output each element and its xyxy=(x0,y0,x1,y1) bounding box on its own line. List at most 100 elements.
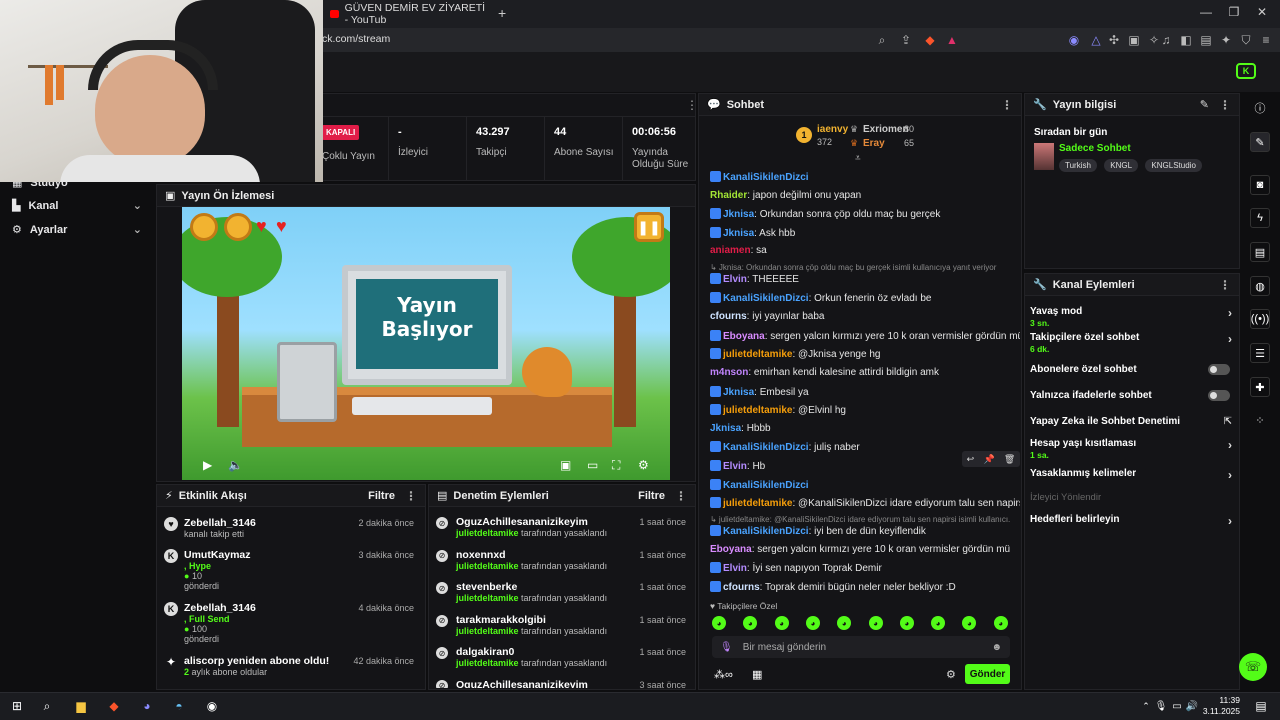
slow-mode-item[interactable]: Yavaş mod 3 sn. › xyxy=(1030,306,1232,328)
system-clock[interactable]: 11:39 3.11.2025 xyxy=(1200,695,1240,717)
store-icon[interactable]: ▦ xyxy=(752,668,762,681)
restore-icon[interactable]: ❐ xyxy=(1224,5,1244,19)
info-icon[interactable]: ⓘ xyxy=(1250,98,1270,118)
emote-icon[interactable]: ◕ xyxy=(993,616,1008,630)
reply-icon[interactable]: ↩ xyxy=(967,454,975,465)
chat-more-icon[interactable]: ⋮ xyxy=(1001,98,1013,112)
chat-message[interactable]: m4nson: emirhan kendi kalesine attirdi b… xyxy=(710,367,1020,378)
pip-icon[interactable]: ▣ xyxy=(560,458,571,472)
chat-username[interactable]: Eboyana xyxy=(710,544,752,555)
chat-username[interactable]: KanaliSikilenDizci xyxy=(723,172,809,183)
stream-info-more-icon[interactable]: ⋮ xyxy=(1219,98,1231,112)
chat-username[interactable]: Jknisa xyxy=(723,209,754,220)
sidebar-item-kanal[interactable]: ▙ Kanal ⌄ xyxy=(12,199,142,213)
volume-tray-icon[interactable]: 🔊 xyxy=(1183,697,1201,715)
stream-preview[interactable]: Yayın Başlıyor ♥ ♥ ❚❚ xyxy=(182,207,670,480)
file-explorer-icon[interactable]: ▆ xyxy=(72,697,90,715)
screenshot-icon[interactable]: ▣ xyxy=(1125,31,1143,49)
followers-chat-item[interactable]: Takipçilere özel sohbet 6 dk. › xyxy=(1030,332,1232,354)
chat-message[interactable]: julietdeltamike: @KanaliSikilenDizci ida… xyxy=(710,497,1020,509)
sidebar-item-ayarlar[interactable]: ⚙ Ayarlar ⌄ xyxy=(12,223,142,237)
minimize-icon[interactable]: — xyxy=(1196,5,1216,19)
share-icon[interactable]: ⇪ xyxy=(897,31,915,49)
chat-username[interactable]: Elvin xyxy=(723,563,747,574)
sidebar-icon[interactable]: ◧ xyxy=(1177,31,1195,49)
emote-icon[interactable]: ◕ xyxy=(712,616,726,630)
emote-icon[interactable]: ◕ xyxy=(899,616,914,630)
broadcast-icon[interactable]: ((•)) xyxy=(1250,309,1270,329)
vpn-icon[interactable]: ⛉ xyxy=(1237,31,1255,49)
theater-icon[interactable]: ▭ xyxy=(587,458,598,472)
support-icon[interactable]: ☏ xyxy=(1239,653,1267,681)
moderation-filter-button[interactable]: Filtre xyxy=(638,490,665,502)
play-button[interactable]: ▶ xyxy=(203,458,212,472)
emote-icon[interactable]: ◕ xyxy=(774,616,789,630)
chat-message[interactable]: KanaliSikilenDizci: iyi ben de dün keyif… xyxy=(710,525,1020,537)
emoji-icon[interactable]: ☻ xyxy=(991,642,1002,653)
brave-shield-icon[interactable]: ◆ xyxy=(921,31,939,49)
chat-bubble-icon[interactable]: ◍ xyxy=(1250,276,1270,296)
menu-icon[interactable]: ≡ xyxy=(1257,31,1275,49)
kick-logo-icon[interactable]: K xyxy=(1236,63,1256,79)
chat-message[interactable]: Jknisa: Embesil ya xyxy=(710,386,1020,398)
chat-message[interactable]: julietdeltamike: @Jknisa yenge hg xyxy=(710,348,1020,360)
chat-message[interactable]: cfourns: iyi yayınlar baba xyxy=(710,311,1020,322)
microphone-icon[interactable]: 🎙 xyxy=(720,642,733,653)
windows-start-icon[interactable]: ⊞ xyxy=(8,697,26,715)
new-tab-button[interactable]: + xyxy=(498,5,506,21)
chat-username[interactable]: m4nson xyxy=(710,367,748,378)
obs-icon[interactable]: ◉ xyxy=(203,697,221,715)
chat-username[interactable]: Elvin xyxy=(723,461,747,472)
chat-message[interactable]: julietdeltamike: @Elvinl hg xyxy=(710,404,1020,416)
camera-icon[interactable]: ◙ xyxy=(1250,175,1270,195)
edit-icon[interactable]: ✎ xyxy=(1200,98,1209,111)
age-restrict-item[interactable]: Hesap yaşı kısıtlaması 1 sa. › xyxy=(1030,438,1232,460)
chat-username[interactable]: Rhaider xyxy=(710,190,747,201)
apps-icon[interactable]: ⁘ xyxy=(1250,410,1270,430)
channel-actions-more-icon[interactable]: ⋮ xyxy=(1219,278,1231,292)
chat-username[interactable]: julietdeltamike xyxy=(723,405,792,416)
leader2-name[interactable]: Exriomen xyxy=(863,124,909,135)
subs-chat-toggle[interactable] xyxy=(1208,364,1230,375)
leo-icon[interactable]: ✦ xyxy=(1217,31,1235,49)
settings-icon[interactable]: ⚙ xyxy=(638,458,649,472)
moderation-more-icon[interactable]: ⋮ xyxy=(675,489,687,503)
extensions-puzzle-icon[interactable]: ✣ xyxy=(1105,31,1123,49)
chat-username[interactable]: Jknisa xyxy=(710,423,741,434)
emotes-chat-toggle[interactable] xyxy=(1208,390,1230,401)
chat-message[interactable]: Jknisa: Orkundan sonra çöp oldu maç bu g… xyxy=(710,208,1020,220)
expand-leaderboard-icon[interactable]: ⩡ xyxy=(855,153,861,164)
banned-words-item[interactable]: Yasaklanmış kelimeler › xyxy=(1030,468,1232,482)
chat-username[interactable]: Elvin xyxy=(723,274,747,285)
chat-message[interactable]: Eboyana: sergen yalcın kırmızı yere 10 k… xyxy=(710,544,1020,555)
brave-icon[interactable]: ◆ xyxy=(105,697,123,715)
chat-message[interactable]: Rhaider: japon değilmi onu yapan xyxy=(710,190,1020,201)
pencil-icon[interactable]: ✎ xyxy=(1250,132,1270,152)
leader3-name[interactable]: Eray xyxy=(863,138,885,149)
stack-icon[interactable]: ☰ xyxy=(1250,343,1270,363)
chat-username[interactable]: KanaliSikilenDizci xyxy=(723,480,809,491)
tool-icon[interactable]: ✚ xyxy=(1250,377,1270,397)
chat-message[interactable]: cfourns: Toprak demiri bügün neler neler… xyxy=(710,581,1020,593)
stats-more-icon[interactable]: ⋮ xyxy=(676,98,698,112)
delete-icon[interactable]: 🗑 xyxy=(1004,454,1015,465)
fullscreen-icon[interactable]: ⛶ xyxy=(612,458,620,473)
community-icon[interactable]: ⁂∞ xyxy=(714,668,733,681)
chat-message[interactable]: Jknisa: Ask hbb xyxy=(710,227,1020,239)
proton-icon[interactable]: △ xyxy=(1087,31,1105,49)
chat-message[interactable]: KanaliSikilenDizci xyxy=(710,479,1020,491)
chat-settings-icon[interactable]: ⚙ xyxy=(946,668,956,681)
chat-username[interactable]: KanaliSikilenDizci xyxy=(723,293,809,304)
bolt-icon[interactable]: ϟ xyxy=(1250,208,1270,228)
chat-username[interactable]: cfourns xyxy=(723,582,760,593)
browser-tab[interactable]: GÜVEN DEMİR EV ZİYARETİ - YouTub xyxy=(330,2,490,26)
chat-username[interactable]: Jknisa xyxy=(723,228,754,239)
wallet-icon[interactable]: ▤ xyxy=(1197,31,1215,49)
brave-rewards-icon[interactable]: ▲ xyxy=(943,31,961,49)
chat-input[interactable]: 🎙 Bir mesaj gönderin ☻ xyxy=(712,636,1010,658)
leader1-name[interactable]: iaenvy xyxy=(817,124,848,135)
emote-icon[interactable]: ◕ xyxy=(868,616,883,630)
close-icon[interactable]: ✕ xyxy=(1252,5,1272,19)
media-icon[interactable]: ♫ xyxy=(1157,31,1175,49)
send-button[interactable]: Gönder xyxy=(965,664,1010,684)
